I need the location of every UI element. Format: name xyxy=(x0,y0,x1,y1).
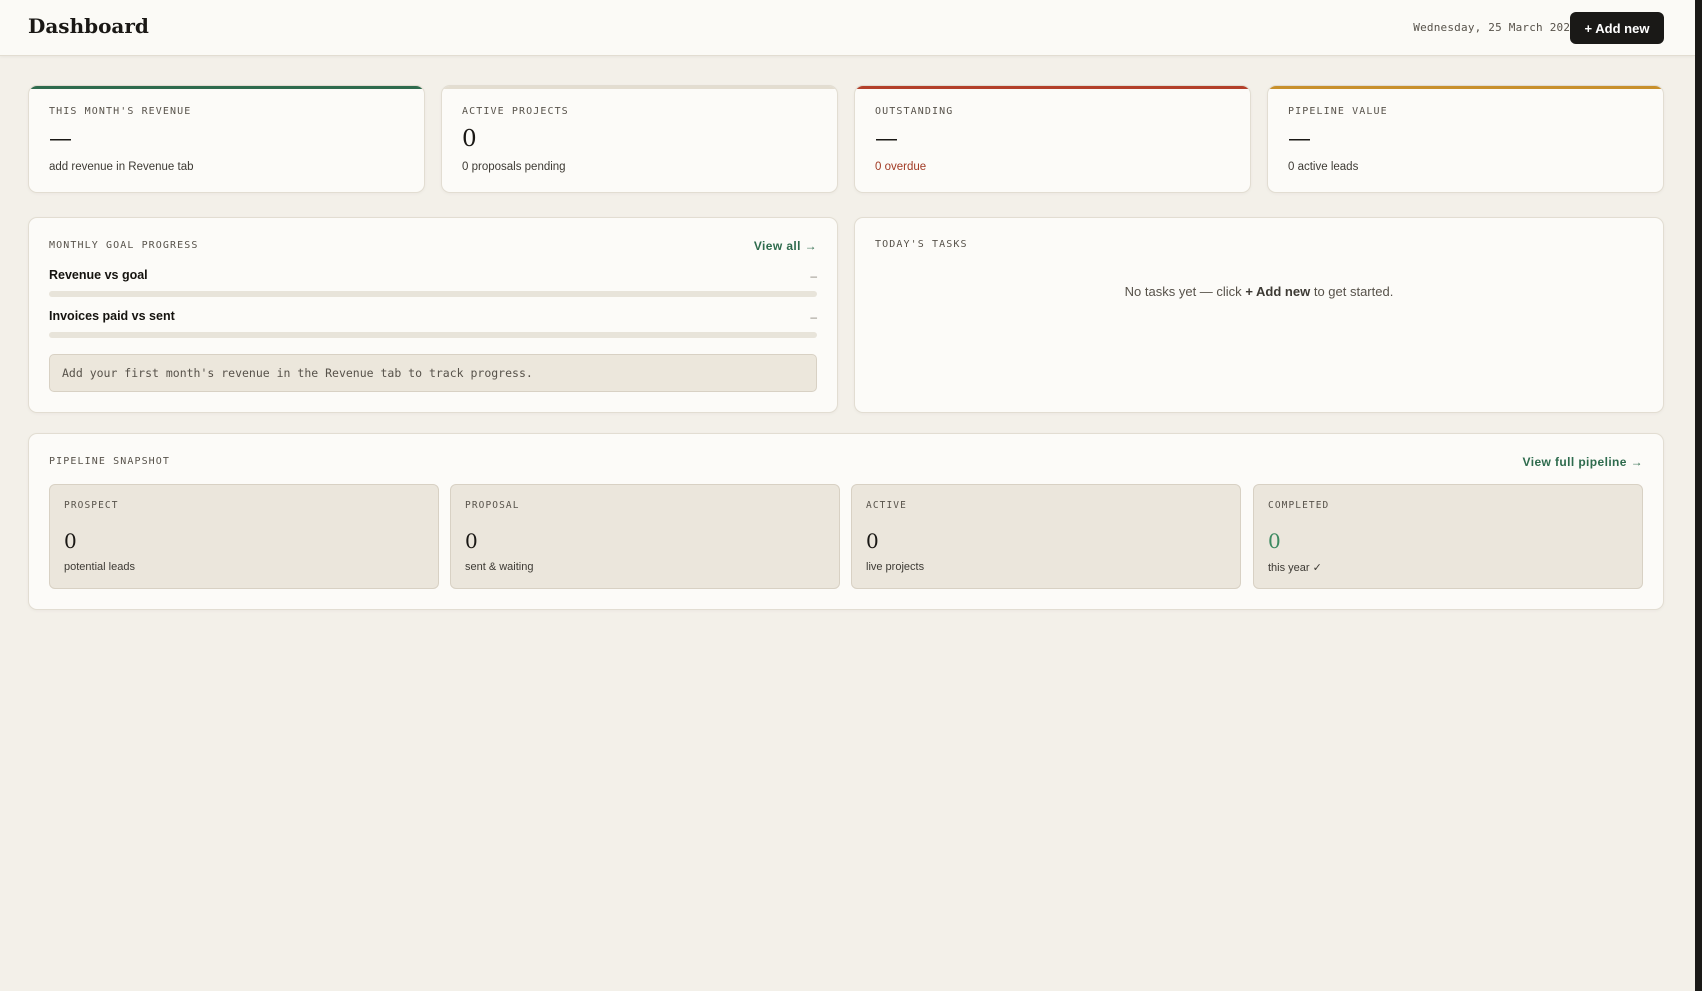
stage-count: 0 xyxy=(465,529,478,553)
goal-row-label: Revenue vs goal xyxy=(49,268,148,282)
todays-tasks-card: TODAY'S TASKS No tasks yet — click + Add… xyxy=(854,217,1664,413)
stat-label: ACTIVE PROJECTS xyxy=(462,106,569,117)
tasks-add-new-link[interactable]: + Add new xyxy=(1245,284,1310,299)
stat-card-active-projects: ACTIVE PROJECTS 0 0 proposals pending xyxy=(441,85,838,193)
stat-value: 0 xyxy=(462,126,477,152)
progress-bar xyxy=(49,291,817,297)
pipeline-stage-active[interactable]: ACTIVE 0 live projects xyxy=(851,484,1241,589)
stage-sub: sent & waiting xyxy=(465,561,534,573)
stage-label: PROPOSAL xyxy=(465,500,520,511)
stage-label: COMPLETED xyxy=(1268,500,1330,511)
stage-sub: live projects xyxy=(866,561,925,573)
stat-card-outstanding: OUTSTANDING — 0 overdue xyxy=(854,85,1251,193)
goal-row-value: – xyxy=(810,269,817,283)
pipeline-snapshot-card: PIPELINE SNAPSHOT View full pipeline → P… xyxy=(28,433,1664,610)
monthly-goal-card: MONTHLY GOAL PROGRESS View all → Revenue… xyxy=(28,217,838,413)
stat-sub: 0 active leads xyxy=(1288,161,1359,173)
view-full-pipeline-link[interactable]: View full pipeline → xyxy=(1523,455,1643,469)
stat-label: THIS MONTH'S REVENUE xyxy=(49,106,192,117)
tasks-empty-text-end: to get started. xyxy=(1313,284,1394,299)
pipeline-stage-completed[interactable]: COMPLETED 0 this year ✓ xyxy=(1253,484,1643,589)
goal-hint: Add your first month's revenue in the Re… xyxy=(49,354,817,392)
stat-card-revenue: THIS MONTH'S REVENUE — add revenue in Re… xyxy=(28,85,425,193)
tasks-title: TODAY'S TASKS xyxy=(875,239,968,250)
stage-count: 0 xyxy=(1268,529,1281,553)
pipeline-stage-prospect[interactable]: PROSPECT 0 potential leads xyxy=(49,484,439,589)
stage-sub: potential leads xyxy=(64,561,135,573)
pipeline-title: PIPELINE SNAPSHOT xyxy=(49,456,171,467)
stat-label: PIPELINE VALUE xyxy=(1288,106,1388,117)
tasks-empty-state: No tasks yet — click + Add new to get st… xyxy=(855,284,1663,299)
stage-count: 0 xyxy=(866,529,879,553)
stat-value: — xyxy=(875,126,898,152)
stat-sub: 0 proposals pending xyxy=(462,161,566,173)
window-edge xyxy=(1695,0,1702,991)
stage-sub: this year ✓ xyxy=(1268,562,1322,574)
tasks-empty-text: No tasks yet — click xyxy=(1124,284,1242,299)
stat-card-pipeline-value: PIPELINE VALUE — 0 active leads xyxy=(1267,85,1664,193)
top-bar: Dashboard Wednesday, 25 March 2026 + Add… xyxy=(0,0,1695,56)
stage-label: ACTIVE xyxy=(866,500,907,511)
progress-bar xyxy=(49,332,817,338)
stat-accent-bar xyxy=(855,86,1250,89)
current-date: Wednesday, 25 March 2026 xyxy=(1413,21,1577,34)
goal-row-value: – xyxy=(810,310,817,324)
view-all-link[interactable]: View all → xyxy=(754,239,817,253)
pipeline-stage-proposal[interactable]: PROPOSAL 0 sent & waiting xyxy=(450,484,840,589)
stat-value: — xyxy=(49,126,72,152)
stat-value: — xyxy=(1288,126,1311,152)
goal-title: MONTHLY GOAL PROGRESS xyxy=(49,240,199,251)
add-new-button[interactable]: + Add new xyxy=(1570,12,1664,44)
stat-accent-bar xyxy=(442,86,837,89)
stat-label: OUTSTANDING xyxy=(875,106,954,117)
stat-sub: 0 overdue xyxy=(875,161,927,173)
stat-accent-bar xyxy=(29,86,424,89)
stage-count: 0 xyxy=(64,529,77,553)
page-title: Dashboard xyxy=(28,14,149,38)
stat-accent-bar xyxy=(1268,86,1663,89)
stage-label: PROSPECT xyxy=(64,500,119,511)
goal-row-label: Invoices paid vs sent xyxy=(49,309,175,323)
stat-sub: add revenue in Revenue tab xyxy=(49,161,194,173)
